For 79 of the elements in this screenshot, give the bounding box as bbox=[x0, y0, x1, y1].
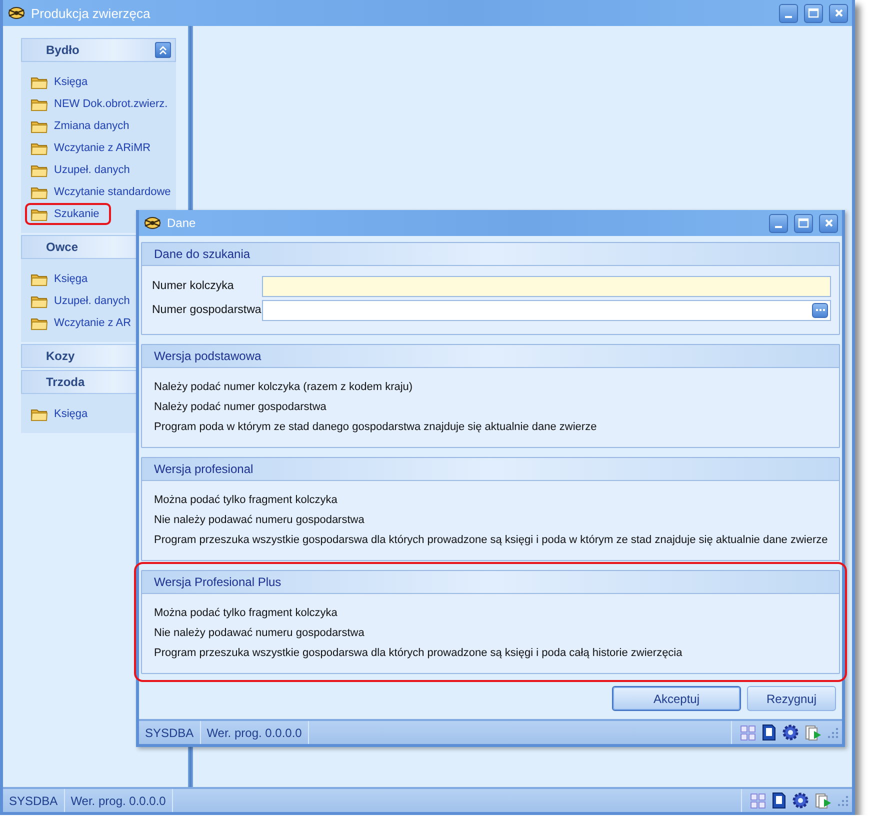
document-icon[interactable] bbox=[762, 724, 776, 741]
resize-grip-icon[interactable] bbox=[838, 796, 848, 806]
group-title: Bydło bbox=[46, 43, 80, 57]
minimize-icon bbox=[775, 226, 782, 228]
browse-button[interactable] bbox=[812, 302, 828, 318]
grid-icon[interactable] bbox=[740, 724, 756, 740]
sidebar-item[interactable]: Wczytanie z AR bbox=[25, 312, 144, 334]
cancel-button[interactable]: Rezygnuj bbox=[747, 686, 836, 711]
group-title: Kozy bbox=[46, 349, 75, 363]
info-text: Program przeszuka wszystkie gospodarswa dla których prowadzone są księgi i poda całą historie zwierzęcia bbox=[154, 646, 682, 661]
folder-icon bbox=[31, 142, 48, 154]
collapse-button[interactable] bbox=[155, 42, 171, 58]
sidebar-item[interactable]: Księga bbox=[25, 403, 100, 425]
minimize-icon bbox=[785, 16, 792, 18]
input-field[interactable] bbox=[262, 276, 831, 296]
close-icon bbox=[824, 218, 834, 228]
section-header: Dane do szukania bbox=[142, 243, 839, 266]
group-header[interactable]: Bydło bbox=[21, 38, 176, 62]
folder-icon bbox=[31, 98, 48, 110]
field-label: Numer gospodarstwa bbox=[152, 304, 262, 316]
sidebar-item[interactable]: NEW Dok.obrot.zwierz. bbox=[25, 93, 180, 115]
folder-icon bbox=[31, 76, 48, 88]
sidebar-item[interactable]: Uzupeł. danych bbox=[25, 159, 142, 181]
app-logo-icon bbox=[8, 6, 25, 20]
document-play-icon[interactable] bbox=[805, 724, 822, 741]
info-text: Można podać tylko fragment kolczyka bbox=[154, 493, 338, 508]
folder-icon bbox=[31, 316, 48, 330]
close-button[interactable] bbox=[829, 4, 848, 22]
maximize-button[interactable] bbox=[804, 4, 823, 22]
folder-icon bbox=[31, 164, 48, 176]
field-label: Numer kolczyka bbox=[152, 280, 235, 292]
version-label: Wer. prog. 0.0.0.0 bbox=[64, 789, 173, 812]
sidebar-item[interactable]: Wczytanie z ARiMR bbox=[25, 137, 163, 159]
minimize-button[interactable] bbox=[779, 4, 798, 22]
folder-icon bbox=[31, 408, 48, 420]
window-title: Produkcja zwierzęca bbox=[31, 6, 152, 20]
user-label: SYSDBA bbox=[139, 721, 201, 744]
grid-icon[interactable] bbox=[750, 792, 766, 808]
ellipsis-icon bbox=[816, 308, 824, 312]
version-label: Wer. prog. 0.0.0.0 bbox=[200, 721, 309, 744]
gear-icon[interactable] bbox=[792, 792, 809, 809]
folder-icon bbox=[31, 272, 48, 286]
sidebar-item[interactable]: Księga bbox=[25, 71, 100, 93]
sidebar-item[interactable]: Uzupeł. danych bbox=[25, 290, 142, 312]
maximize-icon bbox=[798, 218, 809, 228]
section-header: Wersja profesional bbox=[142, 458, 839, 481]
info-text: Program przeszuka wszystkie gospodarswa dla których prowadzone są księgi i poda w którym ze stad znajduje się aktualnie dane zwierze bbox=[154, 533, 828, 548]
section-header: Wersja podstawowa bbox=[142, 345, 839, 368]
folder-icon bbox=[31, 120, 48, 132]
document-icon[interactable] bbox=[772, 792, 786, 809]
gear-icon[interactable] bbox=[782, 724, 799, 741]
info-text: Nie należy podawać numeru gospodarstwa bbox=[154, 513, 364, 528]
maximize-icon bbox=[808, 8, 819, 18]
close-button[interactable] bbox=[819, 214, 838, 232]
sidebar-item[interactable]: Wczytanie standardowe bbox=[25, 181, 183, 203]
maximize-button[interactable] bbox=[794, 214, 813, 232]
sidebar-item[interactable]: Księga bbox=[25, 268, 100, 290]
folder-icon bbox=[31, 294, 48, 308]
double-chevron-up-icon bbox=[159, 46, 167, 54]
minimize-button[interactable] bbox=[769, 214, 788, 232]
info-text: Nie należy podawać numeru gospodarstwa bbox=[154, 626, 364, 641]
info-text: Program poda w którym ze stad danego gospodarstwa znajduje się aktualnie dane zwierze bbox=[154, 420, 597, 435]
group-title: Trzoda bbox=[46, 375, 85, 389]
section-header: Wersja Profesional Plus bbox=[142, 571, 839, 594]
user-label: SYSDBA bbox=[3, 789, 65, 812]
info-text: Należy podać numer gospodarstwa bbox=[154, 400, 326, 415]
info-text: Można podać tylko fragment kolczyka bbox=[154, 606, 338, 621]
close-icon bbox=[834, 8, 844, 18]
app-logo-icon bbox=[144, 216, 161, 230]
input-field[interactable] bbox=[262, 300, 831, 320]
folder-icon bbox=[31, 208, 48, 220]
group-title: Owce bbox=[46, 240, 78, 254]
document-play-icon[interactable] bbox=[815, 792, 832, 809]
resize-grip-icon[interactable] bbox=[828, 728, 838, 738]
sidebar-item[interactable]: Zmiana danych bbox=[25, 115, 142, 137]
folder-icon bbox=[31, 186, 48, 198]
dialog-title: Dane bbox=[167, 216, 197, 230]
sidebar-item[interactable]: Szukanie bbox=[25, 203, 112, 225]
accept-button[interactable]: Akceptuj bbox=[612, 686, 741, 711]
